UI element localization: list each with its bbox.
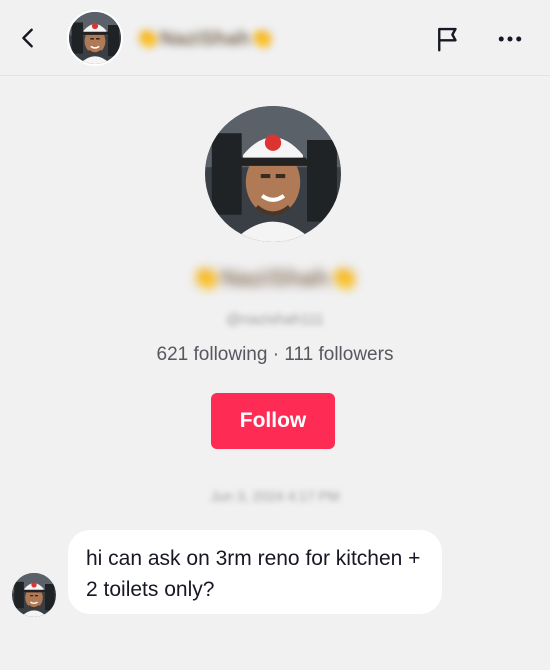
message-sender-avatar[interactable]: [12, 573, 56, 617]
flag-icon: [438, 27, 457, 52]
message-timestamp: Jun 3, 2024 4:17 PM: [210, 488, 340, 504]
header-avatar[interactable]: [67, 10, 123, 66]
profile-username: @nazishah111: [225, 311, 325, 328]
ellipsis-horizontal-icon: [498, 36, 522, 42]
report-flag-button[interactable]: [430, 21, 466, 57]
chat-header: 👏NaziShah👏: [0, 0, 550, 76]
follow-button[interactable]: Follow: [211, 393, 335, 449]
profile-avatar[interactable]: [205, 106, 341, 242]
follow-stats: 621 following · 111 followers: [156, 344, 394, 365]
header-username[interactable]: 👏NaziShah👏: [135, 24, 300, 54]
back-button[interactable]: [10, 20, 46, 56]
chevron-left-icon: [22, 28, 33, 48]
message-bubble[interactable]: hi can ask on 3rm reno for kitchen + 2 t…: [68, 530, 442, 614]
profile-display-name: 👏NaziShah👏: [191, 265, 359, 292]
more-options-button[interactable]: [492, 21, 528, 57]
